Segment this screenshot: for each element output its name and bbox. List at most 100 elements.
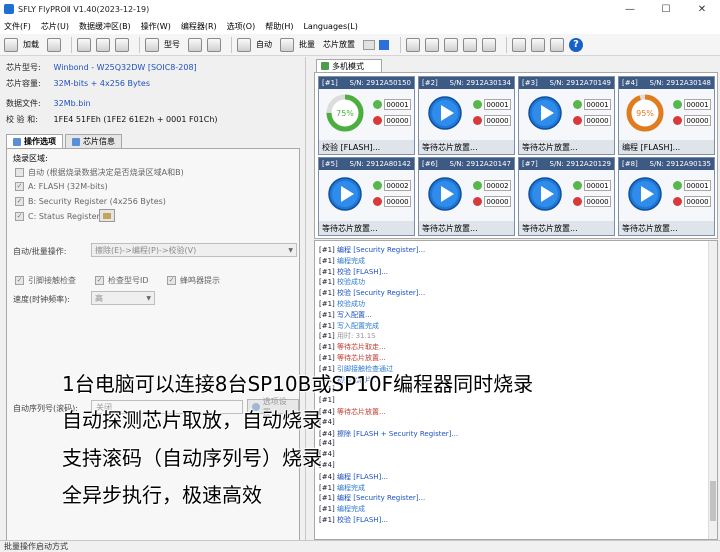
auto-icon[interactable] [237, 37, 251, 52]
card-id: [#5] [322, 160, 338, 168]
batch-icon[interactable] [280, 37, 294, 52]
check-circle-icon [573, 100, 582, 109]
area-b-checkbox[interactable]: ✓ B: Security Register (4x256 Bytes) [15, 197, 166, 206]
play-icon[interactable] [427, 176, 463, 212]
ok-count: 00001 [684, 180, 711, 191]
programmer-card[interactable]: [#2] S/N: 2912A30134 00001 00000 等待芯片放置.… [418, 76, 515, 155]
card-status: 等待芯片放置... [419, 140, 514, 154]
card-body: 95% 00001 00000 [619, 89, 714, 140]
play-icon[interactable] [627, 176, 663, 212]
programmer-grid: [#1] S/N: 2912A50150 75% 00001 00000 校验 … [314, 72, 718, 239]
log-tag: [#1] [319, 246, 335, 254]
open-folder-icon[interactable] [4, 37, 18, 52]
programmer-card[interactable]: [#3] S/N: 2912A70149 00001 00000 等待芯片放置.… [518, 76, 615, 155]
log-tag: [#1] [319, 267, 335, 276]
edit-icon[interactable] [96, 37, 110, 52]
programmer-card[interactable]: [#8] S/N: 2912A90135 00001 00000 等待芯片放置.… [618, 157, 715, 236]
model-button[interactable]: 型号 [164, 39, 180, 50]
promo-line-1: 1台电脑可以连接8台SP10B或SP10F编程器同时烧录 [62, 372, 534, 396]
ok-counter: 00001 [673, 99, 711, 110]
download-icon[interactable] [512, 37, 526, 52]
tab-chip-info[interactable]: 芯片信息 [65, 134, 122, 148]
menu-programmer[interactable]: 编程器(R) [181, 21, 217, 32]
search-icon[interactable] [188, 37, 202, 52]
erase-icon[interactable] [425, 37, 439, 52]
ok-counter: 00001 [573, 180, 611, 191]
card-status: 等待芯片放置... [419, 221, 514, 235]
programmer-card[interactable]: [#1] S/N: 2912A50150 75% 00001 00000 校验 … [318, 76, 415, 155]
help-icon[interactable]: ? [569, 37, 583, 52]
blank-check-icon[interactable] [444, 37, 458, 52]
close-button[interactable]: ✕ [684, 0, 720, 18]
verify-icon[interactable] [482, 37, 496, 52]
checkbox-box: ✓ [15, 182, 24, 191]
play-icon[interactable] [327, 176, 363, 212]
auto-batch-select[interactable]: 擦除(E)->编程(P)->校验(V) ▼ [91, 243, 297, 257]
programmer-card[interactable]: [#7] S/N: 2912A20129 00001 00000 等待芯片放置.… [518, 157, 615, 236]
menu-languages[interactable]: Languages(L) [303, 22, 357, 31]
menu-help[interactable]: 帮助(H) [265, 21, 293, 32]
menu-options[interactable]: 选项(O) [227, 21, 256, 32]
x-circle-icon [473, 116, 482, 125]
program-icon[interactable] [463, 37, 477, 52]
log-line: [#1] 校验成功 [319, 277, 365, 287]
copy-icon[interactable] [406, 37, 420, 52]
menu-operation[interactable]: 操作(W) [141, 21, 171, 32]
area-a-checkbox[interactable]: ✓ A: FLASH (32M-bits) [15, 182, 108, 191]
settings-icon[interactable] [207, 37, 221, 52]
progress-text: 95% [636, 109, 654, 118]
programmer-card[interactable]: [#5] S/N: 2912A80142 00002 00000 等待芯片放置.… [318, 157, 415, 236]
scrollbar-thumb[interactable] [710, 481, 716, 521]
chip-icon[interactable] [145, 37, 159, 52]
stop-icon[interactable] [379, 39, 389, 50]
log-line: [#1] 等待芯片取走... [319, 342, 386, 352]
speed-value: 高 [95, 293, 103, 303]
save-icon[interactable] [47, 37, 61, 52]
log-line: [#1] 编程完成 [319, 256, 365, 266]
menu-file[interactable]: 文件(F) [4, 21, 31, 32]
batch-button[interactable]: 批量 [299, 39, 315, 50]
programmer-card[interactable]: [#6] S/N: 2912A20147 00002 00000 等待芯片放置.… [418, 157, 515, 236]
card-serial: S/N: 2912A30148 [649, 79, 712, 87]
log-tag: [#1] [319, 354, 335, 362]
checksum-icon[interactable] [115, 37, 129, 52]
log-tag: [#1] [319, 332, 335, 341]
buffer-icon[interactable] [77, 37, 91, 52]
auto-area-label: 自动 (根据烧录数据决定是否烧录区域A和B) [28, 168, 184, 177]
chip-place-toggle[interactable] [363, 39, 375, 50]
export-icon[interactable] [531, 37, 545, 52]
maximize-button[interactable]: ☐ [648, 0, 684, 18]
check-id-checkbox[interactable]: ✓ 检查型号ID [95, 275, 149, 286]
window-title: SFLY FlyPROⅡ V1.40(2023-12-19) [18, 4, 150, 14]
status-register-button[interactable] [99, 209, 115, 222]
tab-options[interactable]: 操作选项 [6, 134, 63, 148]
log-line: [#1] 校验成功 [319, 299, 365, 309]
buzzer-checkbox[interactable]: ✓ 蜂鸣器提示 [167, 275, 220, 286]
play-icon[interactable] [427, 95, 463, 131]
log-scrollbar[interactable] [708, 241, 717, 539]
card-serial: S/N: 2912A90135 [649, 160, 712, 168]
log-text: 编程 [Security Register]... [337, 494, 426, 503]
fail-count: 00000 [684, 196, 711, 207]
check-circle-icon [373, 100, 382, 109]
play-icon[interactable] [527, 95, 563, 131]
auto-area-checkbox[interactable]: 自动 (根据烧录数据决定是否烧录区域A和B) [15, 167, 184, 178]
minimize-button[interactable]: — [612, 0, 648, 18]
ok-count: 00001 [684, 99, 711, 110]
programmer-card[interactable]: [#4] S/N: 2912A30148 95% 00001 00000 编程 … [618, 76, 715, 155]
tools-icon[interactable] [550, 37, 564, 52]
auto-button[interactable]: 自动 [256, 39, 272, 50]
menu-chip[interactable]: 芯片(U) [41, 21, 69, 32]
card-serial: S/N: 2912A20147 [449, 160, 512, 168]
menu-buffer[interactable]: 数据缓冲区(B) [79, 21, 131, 32]
area-c-checkbox[interactable]: ✓ C: Status Register [15, 212, 100, 221]
area-c-label: C: Status Register [28, 212, 100, 221]
log-line: [#1] 校验 [FLASH]... [319, 515, 388, 525]
play-icon[interactable] [527, 176, 563, 212]
card-id: [#3] [522, 79, 538, 87]
tab-multimode[interactable]: 多机模式 [316, 59, 382, 72]
load-button[interactable]: 加载 [23, 39, 39, 50]
pin-check-checkbox[interactable]: ✓ 引脚接触检查 [15, 275, 76, 286]
ok-counter: 00001 [573, 99, 611, 110]
speed-select[interactable]: 高 ▼ [91, 291, 155, 305]
